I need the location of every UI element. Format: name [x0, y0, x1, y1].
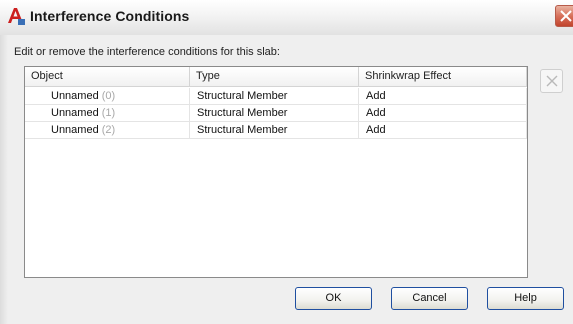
object-name: Unnamed [51, 107, 99, 119]
remove-x-icon [546, 75, 558, 87]
cancel-button[interactable]: Cancel [391, 287, 468, 310]
type-cell: Structural Member [190, 105, 359, 122]
object-name: Unnamed [51, 124, 99, 136]
list-header: Object Type Shrinkwrap Effect [25, 67, 527, 87]
column-header-type[interactable]: Type [190, 67, 359, 86]
object-index: (2) [101, 124, 116, 136]
object-name: Unnamed [51, 90, 99, 102]
help-button[interactable]: Help [487, 287, 564, 310]
dialog-left-edge [0, 35, 8, 324]
object-cell: Unnamed (2) [25, 122, 190, 139]
object-cell: Unnamed (0) [25, 88, 190, 105]
title-bar[interactable]: Interference Conditions [0, 0, 573, 35]
close-icon [560, 10, 572, 22]
instruction-label: Edit or remove the interference conditio… [14, 46, 280, 58]
type-cell: Structural Member [190, 88, 359, 105]
object-index: (0) [101, 90, 116, 102]
type-cell: Structural Member [190, 122, 359, 139]
table-row[interactable]: Unnamed (1) Structural Member Add [25, 105, 527, 122]
effect-cell[interactable]: Add [359, 88, 527, 105]
window-title: Interference Conditions [30, 8, 190, 24]
autocad-logo-icon [6, 6, 26, 26]
effect-cell[interactable]: Add [359, 105, 527, 122]
close-button[interactable] [555, 5, 573, 27]
column-header-shrinkwrap-effect[interactable]: Shrinkwrap Effect [359, 67, 527, 86]
ok-button[interactable]: OK [295, 287, 372, 310]
table-row[interactable]: Unnamed (2) Structural Member Add [25, 122, 527, 139]
remove-condition-button[interactable] [540, 69, 563, 93]
conditions-list[interactable]: Object Type Shrinkwrap Effect Unnamed (0… [24, 66, 528, 278]
interference-conditions-dialog: Interference Conditions Edit or remove t… [0, 0, 573, 324]
column-header-object[interactable]: Object [25, 67, 190, 86]
object-cell: Unnamed (1) [25, 105, 190, 122]
table-row[interactable]: Unnamed (0) Structural Member Add [25, 88, 527, 105]
effect-cell[interactable]: Add [359, 122, 527, 139]
object-index: (1) [101, 107, 116, 119]
